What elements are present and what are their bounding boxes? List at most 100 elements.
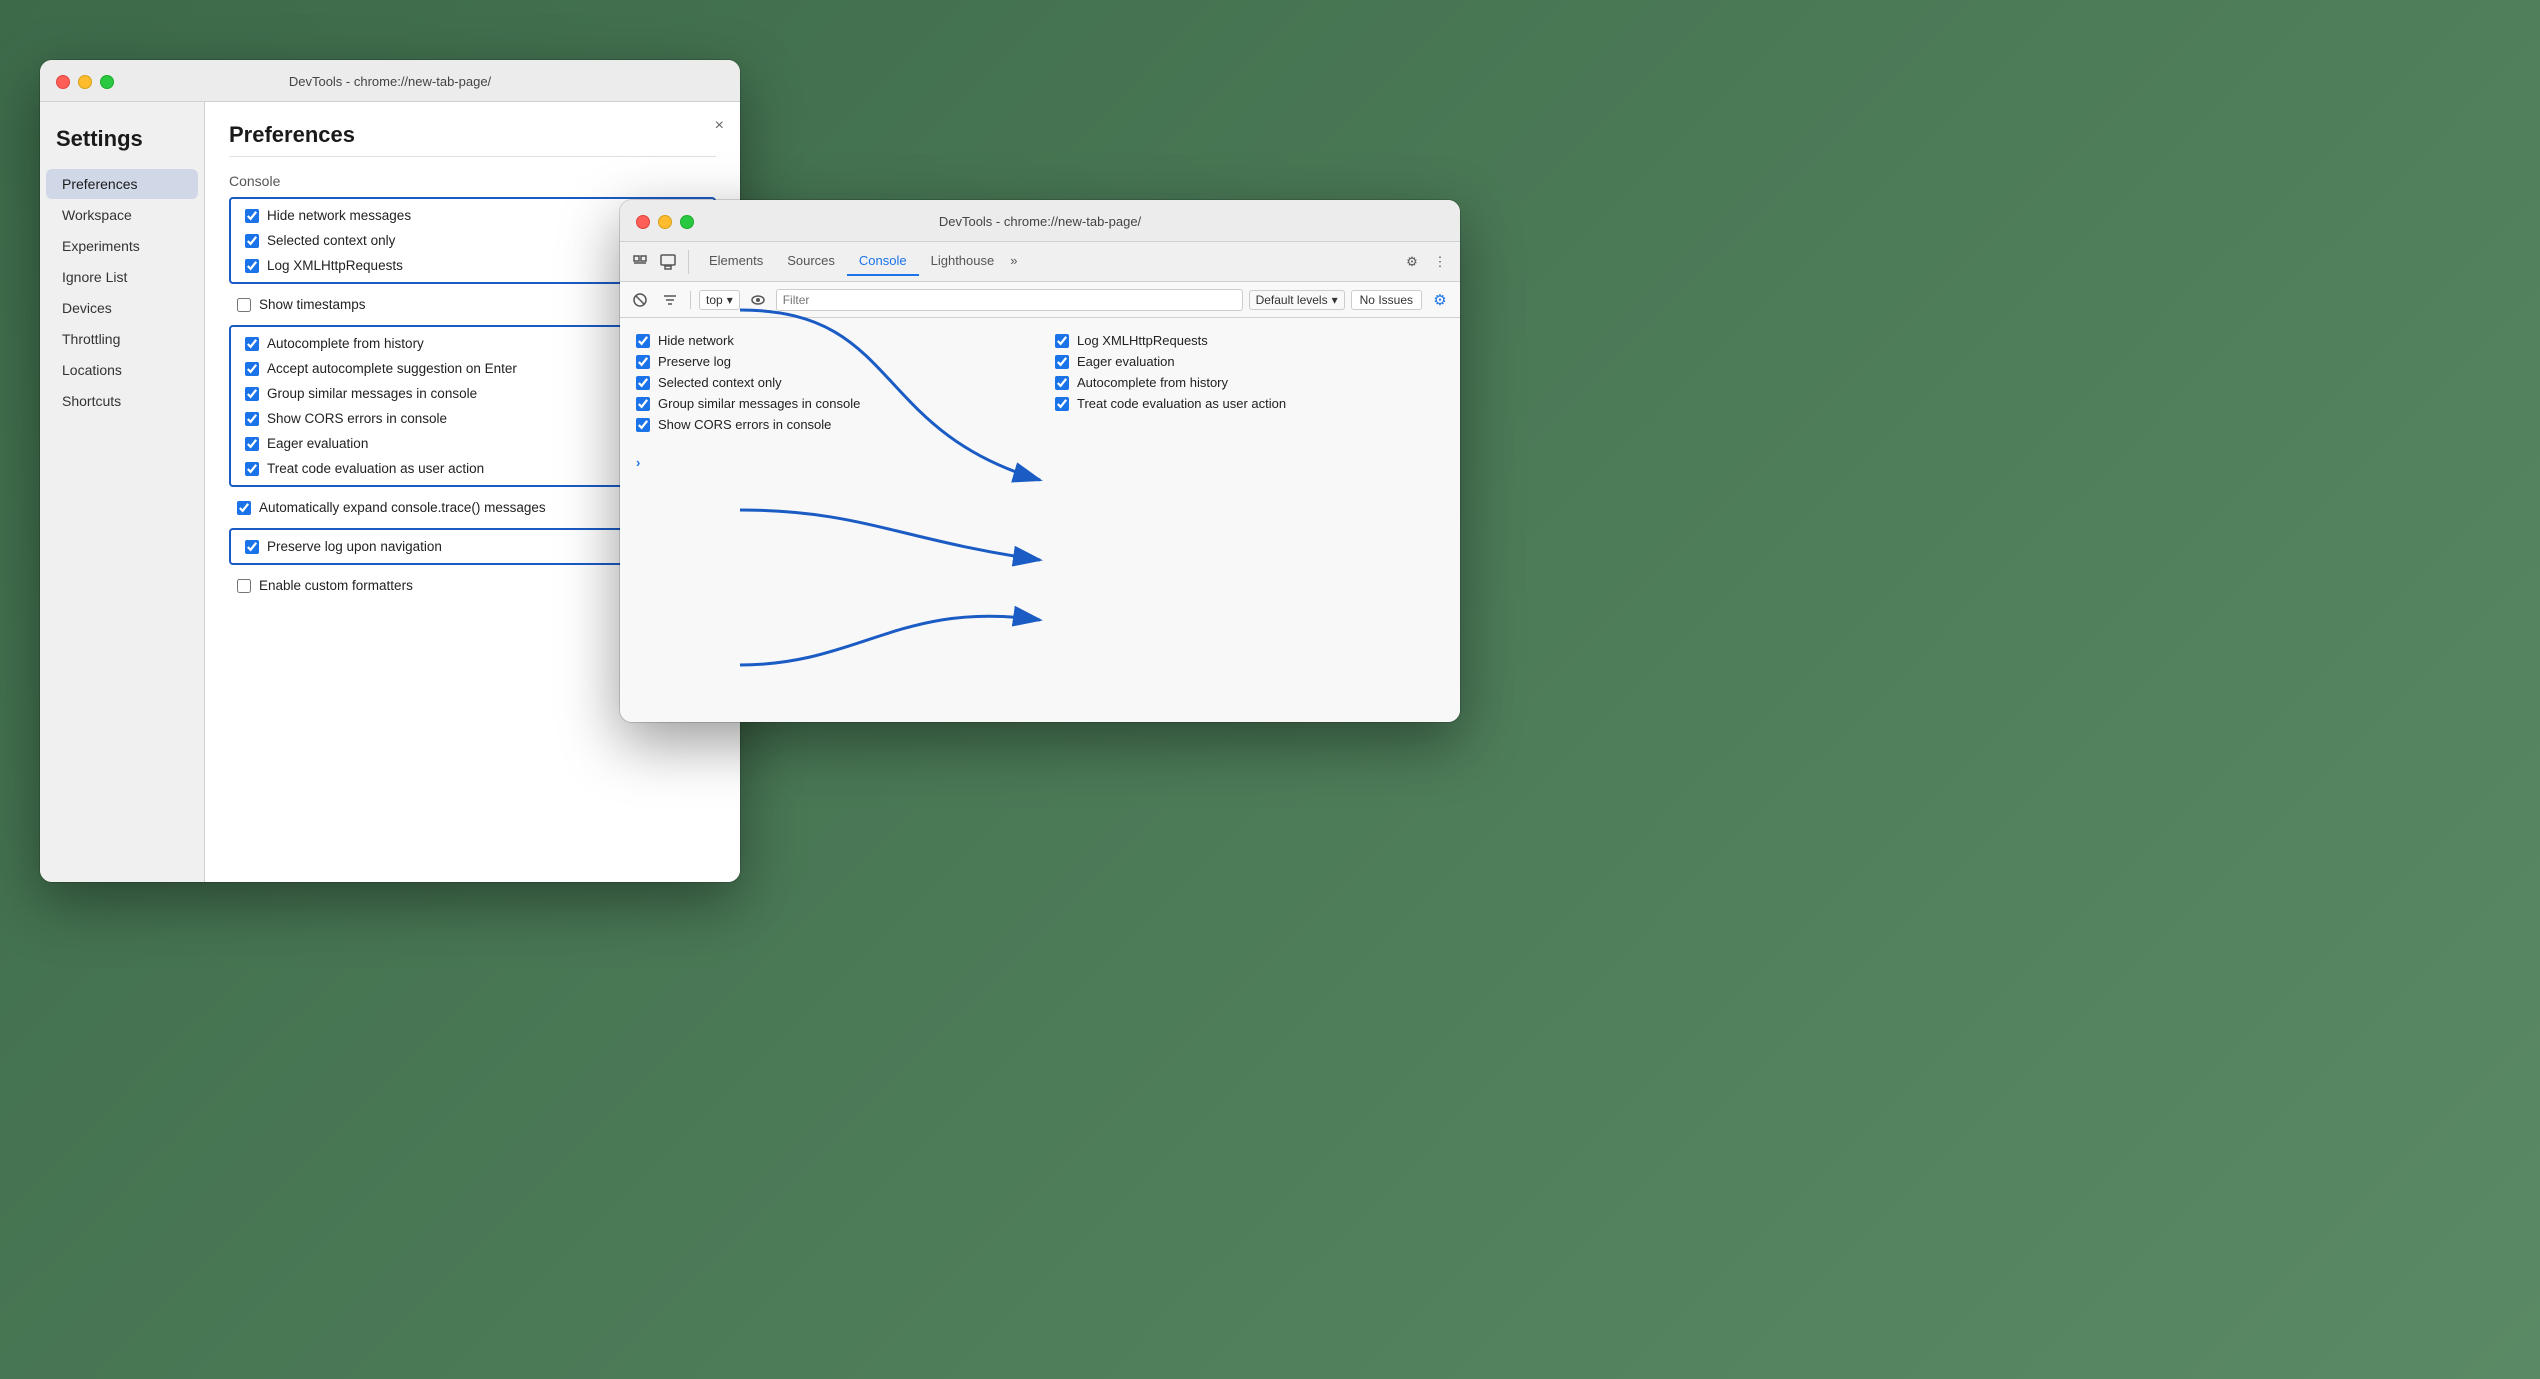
sidebar-item-devices[interactable]: Devices xyxy=(46,293,198,323)
eager-eval-label: Eager evaluation xyxy=(267,436,368,451)
console-log-xmlhttp-input[interactable] xyxy=(1055,334,1069,348)
console-autocomplete-history[interactable]: Autocomplete from history xyxy=(1055,372,1444,393)
show-cors-input[interactable] xyxy=(245,412,259,426)
devtools-window-title: DevTools - chrome://new-tab-page/ xyxy=(939,214,1141,229)
top-label: top xyxy=(706,293,723,307)
devtools-tabs-bar: Elements Sources Console Lighthouse » ⚙ … xyxy=(620,242,1460,282)
tab-more[interactable]: » xyxy=(1006,253,1021,270)
devtools-body: Elements Sources Console Lighthouse » ⚙ … xyxy=(620,242,1460,722)
log-xmlhttp-label: Log XMLHttpRequests xyxy=(267,258,403,273)
sidebar-item-ignore-list[interactable]: Ignore List xyxy=(46,262,198,292)
devtools-titlebar: DevTools - chrome://new-tab-page/ xyxy=(620,200,1460,242)
sidebar-item-workspace[interactable]: Workspace xyxy=(46,200,198,230)
console-prompt[interactable]: › xyxy=(620,447,1460,478)
console-log-xmlhttp[interactable]: Log XMLHttpRequests xyxy=(1055,330,1444,351)
console-group-similar-input[interactable] xyxy=(636,397,650,411)
filter-input[interactable] xyxy=(776,289,1243,311)
show-timestamps-input[interactable] xyxy=(237,298,251,312)
autocomplete-history-input[interactable] xyxy=(245,337,259,351)
devtools-traffic-lights xyxy=(636,215,694,229)
log-xmlhttp-input[interactable] xyxy=(245,259,259,273)
devtools-close-button[interactable] xyxy=(636,215,650,229)
eager-eval-input[interactable] xyxy=(245,437,259,451)
devtools-minimize-button[interactable] xyxy=(658,215,672,229)
cursor-icon[interactable] xyxy=(628,250,652,274)
console-selected-context-input[interactable] xyxy=(636,376,650,390)
tab-sources[interactable]: Sources xyxy=(775,247,847,276)
custom-formatters-label: Enable custom formatters xyxy=(259,578,413,593)
hide-network-label: Hide network messages xyxy=(267,208,411,223)
settings-window-title: DevTools - chrome://new-tab-page/ xyxy=(289,74,491,89)
tab-console[interactable]: Console xyxy=(847,247,919,276)
minimize-button[interactable] xyxy=(78,75,92,89)
sidebar-item-experiments[interactable]: Experiments xyxy=(46,231,198,261)
console-eager-eval-input[interactable] xyxy=(1055,355,1069,369)
maximize-button[interactable] xyxy=(100,75,114,89)
console-show-cors[interactable]: Show CORS errors in console xyxy=(636,414,1025,435)
selected-context-input[interactable] xyxy=(245,234,259,248)
console-autocomplete-history-label: Autocomplete from history xyxy=(1077,375,1228,390)
console-show-cors-input[interactable] xyxy=(636,418,650,432)
accept-autocomplete-input[interactable] xyxy=(245,362,259,376)
levels-label: Default levels xyxy=(1256,293,1328,307)
hide-network-input[interactable] xyxy=(245,209,259,223)
console-treat-code-eval-input[interactable] xyxy=(1055,397,1069,411)
console-eager-eval-label: Eager evaluation xyxy=(1077,354,1175,369)
tab-elements[interactable]: Elements xyxy=(697,247,775,276)
devtools-window: DevTools - chrome://new-tab-page/ Elemen… xyxy=(620,200,1460,722)
inspect-icon[interactable] xyxy=(656,250,680,274)
console-section-label: Console xyxy=(229,173,716,189)
preserve-log-input[interactable] xyxy=(245,540,259,554)
preserve-log-label: Preserve log upon navigation xyxy=(267,539,442,554)
console-autocomplete-history-input[interactable] xyxy=(1055,376,1069,390)
eye-icon[interactable] xyxy=(746,288,770,312)
devtools-toolbar: top ▾ Default levels ▾ No Issues ⚙ xyxy=(620,282,1460,318)
clear-icon[interactable] xyxy=(628,288,652,312)
close-icon[interactable]: × xyxy=(715,118,724,134)
expand-trace-label: Automatically expand console.trace() mes… xyxy=(259,500,546,515)
levels-dropdown[interactable]: Default levels ▾ xyxy=(1249,290,1345,310)
sidebar-item-locations[interactable]: Locations xyxy=(46,355,198,385)
console-col-1: Hide network Preserve log Selected conte… xyxy=(636,330,1025,435)
console-selected-context-label: Selected context only xyxy=(658,375,782,390)
more-options-icon[interactable]: ⋮ xyxy=(1428,250,1452,274)
sidebar-item-preferences[interactable]: Preferences xyxy=(46,169,198,199)
toolbar-divider-1 xyxy=(690,291,691,309)
devtools-maximize-button[interactable] xyxy=(680,215,694,229)
no-issues-button[interactable]: No Issues xyxy=(1351,290,1422,310)
settings-gear-icon[interactable]: ⚙ xyxy=(1400,250,1424,274)
console-settings-gear-icon[interactable]: ⚙ xyxy=(1428,288,1452,312)
console-treat-code-eval[interactable]: Treat code evaluation as user action xyxy=(1055,393,1444,414)
console-preserve-log-input[interactable] xyxy=(636,355,650,369)
sidebar-item-shortcuts[interactable]: Shortcuts xyxy=(46,386,198,416)
treat-code-eval-label: Treat code evaluation as user action xyxy=(267,461,484,476)
console-selected-context[interactable]: Selected context only xyxy=(636,372,1025,393)
tabs-right-icons: ⚙ ⋮ xyxy=(1400,250,1452,274)
console-group-similar[interactable]: Group similar messages in console xyxy=(636,393,1025,414)
expand-trace-input[interactable] xyxy=(237,501,251,515)
levels-arrow-icon: ▾ xyxy=(1332,293,1338,307)
devtools-tab-icons xyxy=(628,250,689,274)
console-preserve-log-label: Preserve log xyxy=(658,354,731,369)
console-log-xmlhttp-label: Log XMLHttpRequests xyxy=(1077,333,1208,348)
console-hide-network-label: Hide network xyxy=(658,333,734,348)
group-similar-input[interactable] xyxy=(245,387,259,401)
filter-icon[interactable] xyxy=(658,288,682,312)
treat-code-eval-input[interactable] xyxy=(245,462,259,476)
close-button[interactable] xyxy=(56,75,70,89)
traffic-lights xyxy=(56,75,114,89)
context-dropdown[interactable]: top ▾ xyxy=(699,290,740,310)
console-eager-eval[interactable]: Eager evaluation xyxy=(1055,351,1444,372)
prompt-chevron-icon: › xyxy=(636,455,640,470)
sidebar-item-throttling[interactable]: Throttling xyxy=(46,324,198,354)
settings-sidebar: Settings Preferences Workspace Experimen… xyxy=(40,102,205,882)
selected-context-label: Selected context only xyxy=(267,233,395,248)
console-treat-code-eval-label: Treat code evaluation as user action xyxy=(1077,396,1286,411)
console-preserve-log[interactable]: Preserve log xyxy=(636,351,1025,372)
console-show-cors-label: Show CORS errors in console xyxy=(658,417,831,432)
console-hide-network-input[interactable] xyxy=(636,334,650,348)
tab-lighthouse[interactable]: Lighthouse xyxy=(919,247,1007,276)
accept-autocomplete-label: Accept autocomplete suggestion on Enter xyxy=(267,361,517,376)
custom-formatters-input[interactable] xyxy=(237,579,251,593)
console-hide-network[interactable]: Hide network xyxy=(636,330,1025,351)
